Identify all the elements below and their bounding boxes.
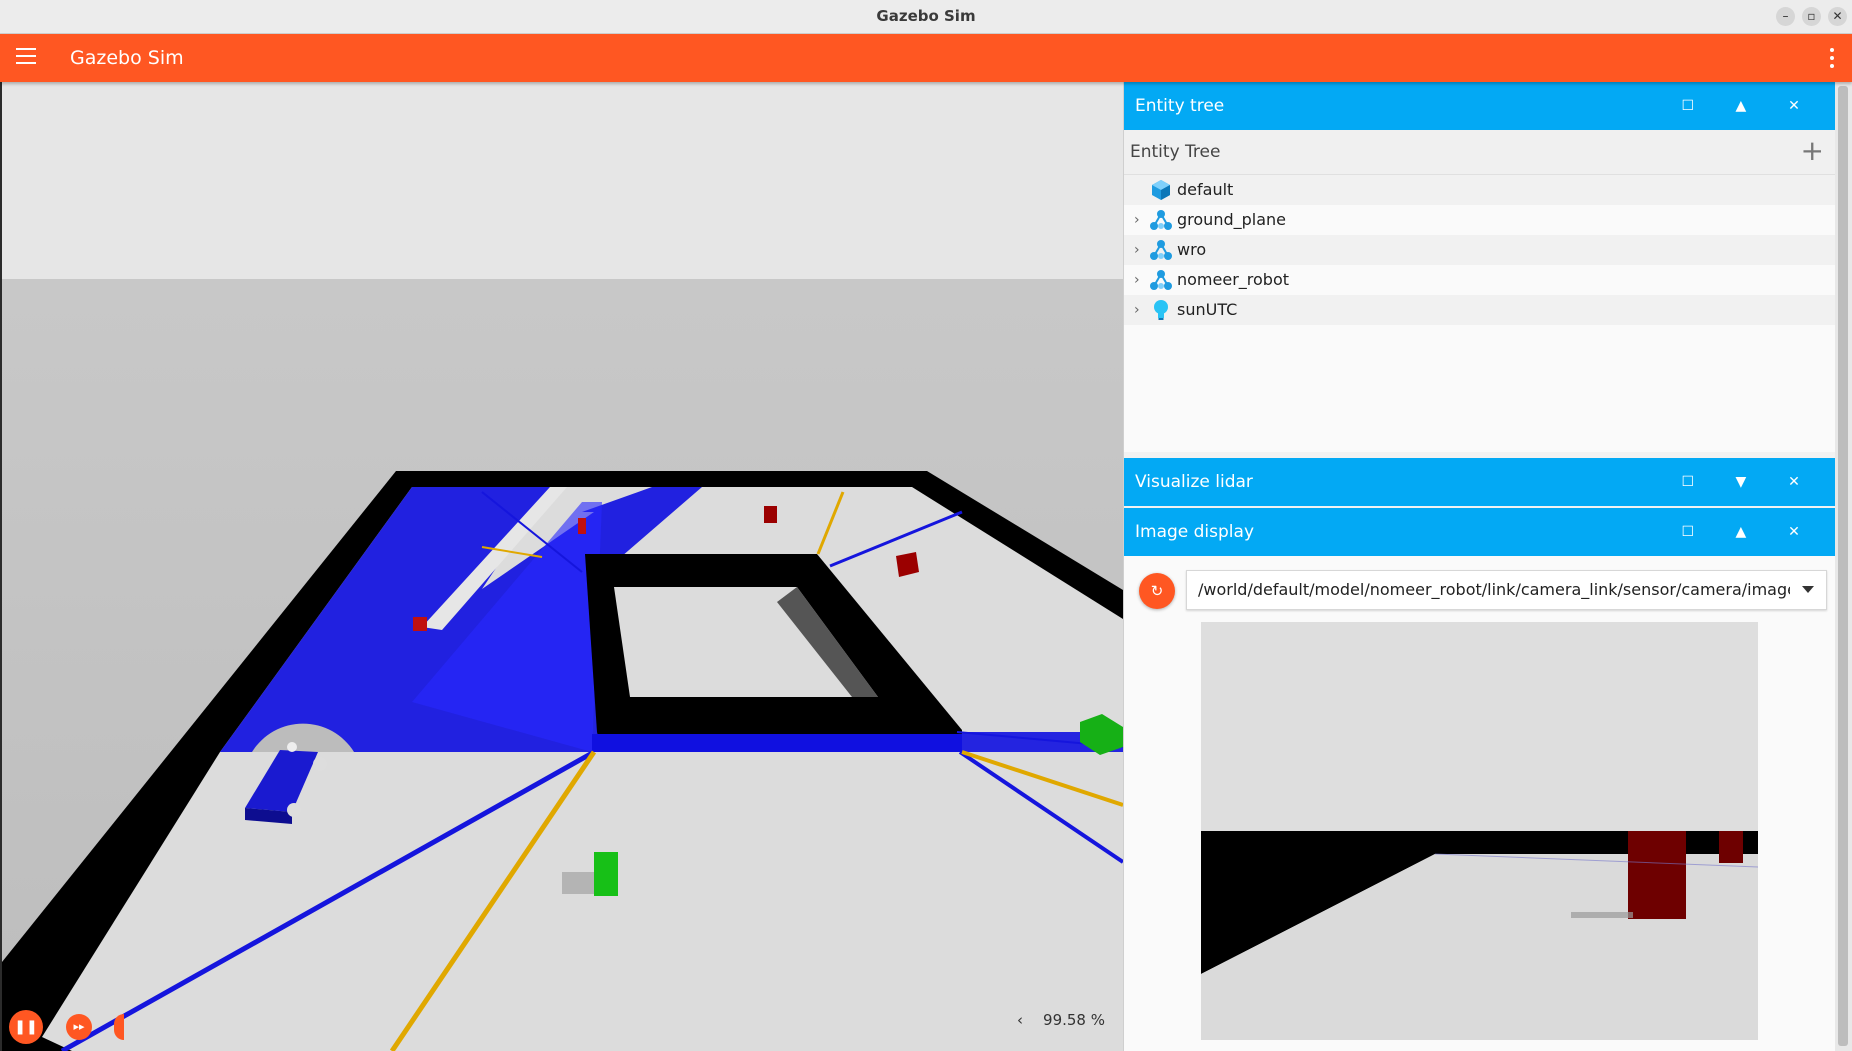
entity-label: ground_plane (1177, 210, 1286, 229)
scene-render[interactable] (2, 82, 1123, 1051)
topic-select[interactable]: /world/default/model/nomeer_robot/link/c… (1186, 570, 1827, 610)
collapse-panel-button[interactable]: ▲ (1717, 82, 1765, 130)
model-icon (1150, 209, 1172, 231)
panel-title: Visualize lidar (1135, 472, 1253, 492)
entity-label: wro (1177, 240, 1207, 259)
entity-row-wro[interactable]: › wro (1124, 235, 1836, 265)
camera-image (1201, 622, 1758, 1040)
real-time-factor: 99.58 % (1043, 1011, 1105, 1029)
collapse-panel-button[interactable]: ▲ (1717, 508, 1765, 556)
chevron-right-icon[interactable]: › (1134, 235, 1140, 265)
world-cube-icon (1150, 179, 1172, 201)
maximize-panel-button[interactable]: ☐ (1664, 82, 1712, 130)
visualize-lidar-panel-header[interactable]: Visualize lidar ☐ ▼ ✕ (1124, 458, 1836, 506)
entity-tree-panel-header: Entity tree ☐ ▲ ✕ (1124, 82, 1836, 130)
step-button[interactable]: ▸▸ (66, 1014, 92, 1040)
entity-tree-header: Entity Tree + (1124, 130, 1836, 175)
more-options-icon[interactable] (1830, 48, 1834, 68)
playback-controls: ❚❚ ▸▸ (2, 1001, 124, 1051)
panel-title: Entity tree (1135, 96, 1225, 116)
minimize-button[interactable]: – (1776, 7, 1795, 26)
entity-label: sunUTC (1177, 300, 1238, 319)
chevron-right-icon[interactable]: › (1134, 295, 1140, 325)
model-icon (1150, 269, 1172, 291)
close-window-button[interactable]: ✕ (1828, 7, 1847, 26)
entity-tree: Entity Tree + default › ground_plane › w… (1124, 130, 1836, 452)
image-display-panel-header: Image display ☐ ▲ ✕ (1124, 508, 1836, 556)
entity-label: default (1177, 180, 1234, 199)
light-bulb-icon (1150, 299, 1172, 321)
close-panel-button[interactable]: ✕ (1770, 508, 1818, 556)
topic-value: /world/default/model/nomeer_robot/link/c… (1198, 580, 1790, 599)
app-bar: Gazebo Sim (0, 34, 1852, 82)
close-panel-button[interactable]: ✕ (1770, 82, 1818, 130)
maximize-button[interactable]: ▫ (1802, 7, 1821, 26)
maximize-panel-button[interactable]: ☐ (1664, 458, 1712, 506)
add-entity-button[interactable]: + (1801, 130, 1824, 172)
right-dock: Entity tree ☐ ▲ ✕ Entity Tree + default … (1123, 82, 1836, 1051)
entity-list: default › ground_plane › wro › nomeer_ro… (1124, 175, 1836, 325)
entity-row-ground-plane[interactable]: › ground_plane (1124, 205, 1836, 235)
chevron-right-icon[interactable]: › (1134, 205, 1140, 235)
pause-button[interactable]: ❚❚ (9, 1010, 43, 1044)
refresh-button[interactable]: ↻ (1139, 573, 1175, 609)
panel-title: Image display (1135, 522, 1255, 542)
chevron-down-icon (1802, 586, 1814, 593)
model-icon (1150, 239, 1172, 261)
entity-row-default[interactable]: default (1124, 175, 1836, 205)
dock-scrollbar[interactable] (1835, 82, 1852, 1051)
expand-panel-button[interactable]: ▼ (1717, 458, 1765, 506)
rtf-toggle-button[interactable]: ‹ (1017, 1011, 1023, 1029)
window-title: Gazebo Sim (876, 7, 976, 25)
chevron-right-icon[interactable]: › (1134, 265, 1140, 295)
entity-row-nomeer-robot[interactable]: › nomeer_robot (1124, 265, 1836, 295)
scene-3d-viewport[interactable]: ❚❚ ▸▸ ‹ 99.58 % (2, 82, 1123, 1051)
maximize-panel-button[interactable]: ☐ (1664, 508, 1712, 556)
entity-row-sunutc[interactable]: › sunUTC (1124, 295, 1836, 325)
menu-icon[interactable] (16, 48, 36, 68)
entity-tree-label: Entity Tree (1130, 142, 1221, 162)
image-display: ↻ /world/default/model/nomeer_robot/link… (1124, 556, 1836, 1051)
entity-label: nomeer_robot (1177, 270, 1290, 289)
app-title: Gazebo Sim (70, 47, 184, 69)
window-titlebar: Gazebo Sim – ▫ ✕ (0, 0, 1852, 34)
close-panel-button[interactable]: ✕ (1770, 458, 1818, 506)
multi-step-button[interactable] (114, 1014, 124, 1040)
scrollbar-thumb[interactable] (1838, 86, 1848, 1046)
